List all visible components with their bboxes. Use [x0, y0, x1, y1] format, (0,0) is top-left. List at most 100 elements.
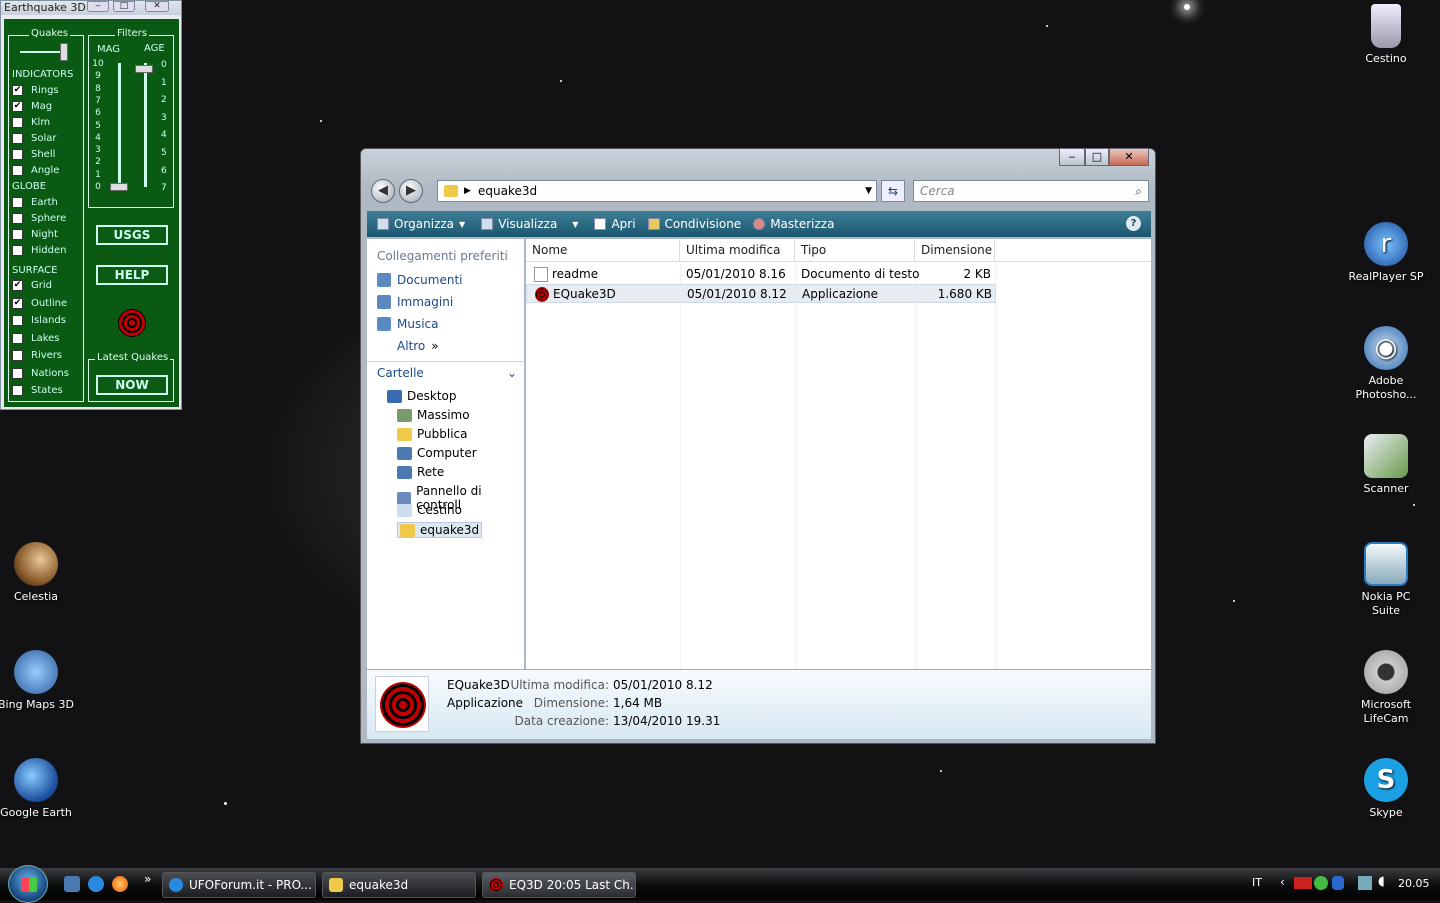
checkbox-box[interactable] — [12, 117, 23, 128]
search-icon[interactable]: ⌕ — [1135, 181, 1142, 201]
checkbox-box[interactable] — [12, 350, 23, 361]
minimize-icon[interactable]: ‒ — [1059, 148, 1085, 166]
quicklaunch-overflow[interactable]: » — [144, 872, 151, 886]
view-menu[interactable]: Visualizza ▼ — [481, 217, 578, 231]
checkbox-box[interactable]: ✔ — [12, 101, 23, 112]
column-header-size[interactable]: Dimensione — [915, 239, 995, 261]
checkbox-nations[interactable]: Nations — [12, 367, 69, 379]
age-slider-thumb[interactable] — [135, 65, 153, 73]
checkbox-earth[interactable]: Earth — [12, 197, 58, 208]
checkbox-box[interactable] — [12, 149, 23, 160]
checkbox-solar[interactable]: Solar — [12, 133, 56, 144]
burn-button[interactable]: Masterizza — [753, 217, 834, 231]
checkbox-rings[interactable]: ✔ Rings — [12, 85, 59, 96]
bluetooth-icon[interactable] — [1332, 876, 1344, 890]
chevron-down-icon[interactable]: ▼ — [865, 181, 872, 201]
checkbox-mag[interactable]: ✔ Mag — [12, 101, 52, 112]
antivirus-icon[interactable] — [1294, 877, 1312, 889]
checkbox-box[interactable]: ✔ — [12, 297, 23, 309]
checkbox-box[interactable] — [12, 229, 23, 240]
favorite-more[interactable]: Altro » — [397, 339, 439, 353]
tray-green-icon[interactable] — [1314, 876, 1328, 890]
checkbox-box[interactable]: ✔ — [12, 280, 23, 291]
maximize-icon[interactable]: □ — [1085, 148, 1109, 166]
checkbox-box[interactable]: ✔ — [12, 85, 23, 96]
help-button[interactable]: HELP — [96, 265, 168, 285]
refresh-button[interactable]: ⇆ — [881, 180, 905, 202]
checkbox-box[interactable] — [12, 245, 23, 256]
checkbox-box[interactable] — [12, 315, 23, 326]
favorite-musica[interactable]: Musica — [377, 317, 439, 331]
target-icon[interactable] — [118, 309, 146, 337]
desktop-icon-nokia[interactable]: Nokia PC Suite — [1346, 542, 1426, 618]
desktop-icon-realplayer[interactable]: r RealPlayer SP — [1346, 222, 1426, 284]
maximize-icon[interactable]: □ — [113, 1, 135, 12]
checkbox-shell[interactable]: Shell — [12, 149, 55, 160]
taskbar-button-eq3d[interactable]: EQ3D 20:05 Last Ch... — [482, 872, 636, 898]
network-icon[interactable] — [1358, 876, 1372, 890]
internet-explorer-icon[interactable] — [88, 876, 104, 892]
show-desktop-icon[interactable] — [64, 876, 80, 892]
column-header-modified[interactable]: Ultima modifica — [680, 239, 795, 261]
organize-menu[interactable]: Organizza ▼ — [377, 217, 465, 231]
clock[interactable]: 20.05 — [1398, 877, 1430, 890]
checkbox-states[interactable]: States — [12, 385, 63, 396]
checkbox-box[interactable] — [12, 197, 23, 208]
tray-expand-icon[interactable]: ‹ — [1280, 875, 1285, 889]
taskbar-button-ufoforum[interactable]: UFOForum.it - PRO... — [162, 872, 316, 898]
checkbox-box[interactable] — [12, 385, 23, 396]
language-indicator[interactable]: IT — [1252, 876, 1262, 889]
start-button[interactable] — [8, 865, 48, 903]
checkbox-angle[interactable]: Angle — [12, 165, 59, 176]
tree-item-computer[interactable]: Computer — [397, 446, 477, 460]
open-button[interactable]: Apri — [594, 217, 636, 231]
taskbar-button-equake3d[interactable]: equake3d — [322, 872, 476, 898]
checkbox-islands[interactable]: Islands — [12, 315, 66, 326]
help-icon[interactable]: ? — [1126, 216, 1141, 231]
volume-icon[interactable]: ◖ — [1378, 874, 1385, 889]
column-header-name[interactable]: Nome — [526, 239, 680, 261]
table-row[interactable]: readme 05/01/2010 8.16 Documento di testo 2… — [526, 265, 996, 284]
now-button[interactable]: NOW — [96, 375, 168, 395]
column-header-type[interactable]: Tipo — [795, 239, 915, 261]
desktop-icon-celestia[interactable]: Celestia — [0, 542, 76, 604]
desktop-icon-googleearth[interactable]: Google Earth — [0, 758, 76, 820]
quakes-slider-thumb[interactable] — [60, 43, 68, 61]
checkbox-box[interactable] — [12, 165, 23, 176]
checkbox-klm[interactable]: Klm — [12, 117, 50, 128]
close-icon[interactable]: ✕ — [145, 1, 169, 12]
checkbox-night[interactable]: Night — [12, 229, 58, 240]
favorite-immagini[interactable]: Immagini — [377, 295, 453, 309]
age-slider-track[interactable] — [144, 63, 147, 187]
tree-item-rete[interactable]: Rete — [397, 465, 444, 479]
checkbox-rivers[interactable]: Rivers — [12, 350, 62, 361]
desktop-icon-cestino[interactable]: Cestino — [1346, 4, 1426, 66]
desktop-icon-skype[interactable]: S Skype — [1346, 758, 1426, 820]
tree-item-massimo[interactable]: Massimo — [397, 408, 470, 422]
address-bar[interactable]: ▶ equake3d ▼ — [437, 180, 877, 202]
tree-item-pubblica[interactable]: Pubblica — [397, 427, 467, 441]
tree-item-desktop[interactable]: Desktop — [387, 389, 457, 403]
checkbox-lakes[interactable]: Lakes — [12, 332, 60, 344]
checkbox-outline[interactable]: ✔ Outline — [12, 297, 67, 309]
close-icon[interactable]: ✕ — [1109, 148, 1149, 166]
desktop-icon-bingmaps[interactable]: Bing Maps 3D — [0, 650, 76, 712]
forward-button[interactable]: ▶ — [399, 179, 423, 203]
checkbox-box[interactable] — [12, 367, 23, 379]
desktop-icon-photoshop[interactable]: ◉ Adobe Photosho... — [1346, 326, 1426, 402]
tree-item-equake3d[interactable]: equake3d — [397, 522, 483, 538]
usgs-button[interactable]: USGS — [96, 225, 168, 245]
desktop-icon-scanner[interactable]: Scanner — [1346, 434, 1426, 496]
checkbox-box[interactable] — [12, 133, 23, 144]
favorite-documenti[interactable]: Documenti — [377, 273, 463, 287]
checkbox-box[interactable] — [12, 213, 23, 224]
firefox-icon[interactable] — [112, 876, 128, 892]
mag-slider-track[interactable] — [118, 63, 121, 187]
search-input[interactable]: Cerca ⌕ — [913, 180, 1149, 202]
checkbox-sphere[interactable]: Sphere — [12, 213, 66, 224]
checkbox-box[interactable] — [12, 332, 23, 344]
checkbox-hidden[interactable]: Hidden — [12, 245, 66, 256]
table-row[interactable]: EQuake3D 05/01/2010 8.12 Applicazione 1.680… — [526, 284, 996, 303]
folders-header[interactable]: Cartelle ⌄ — [367, 361, 525, 383]
back-button[interactable]: ◀ — [371, 179, 395, 203]
